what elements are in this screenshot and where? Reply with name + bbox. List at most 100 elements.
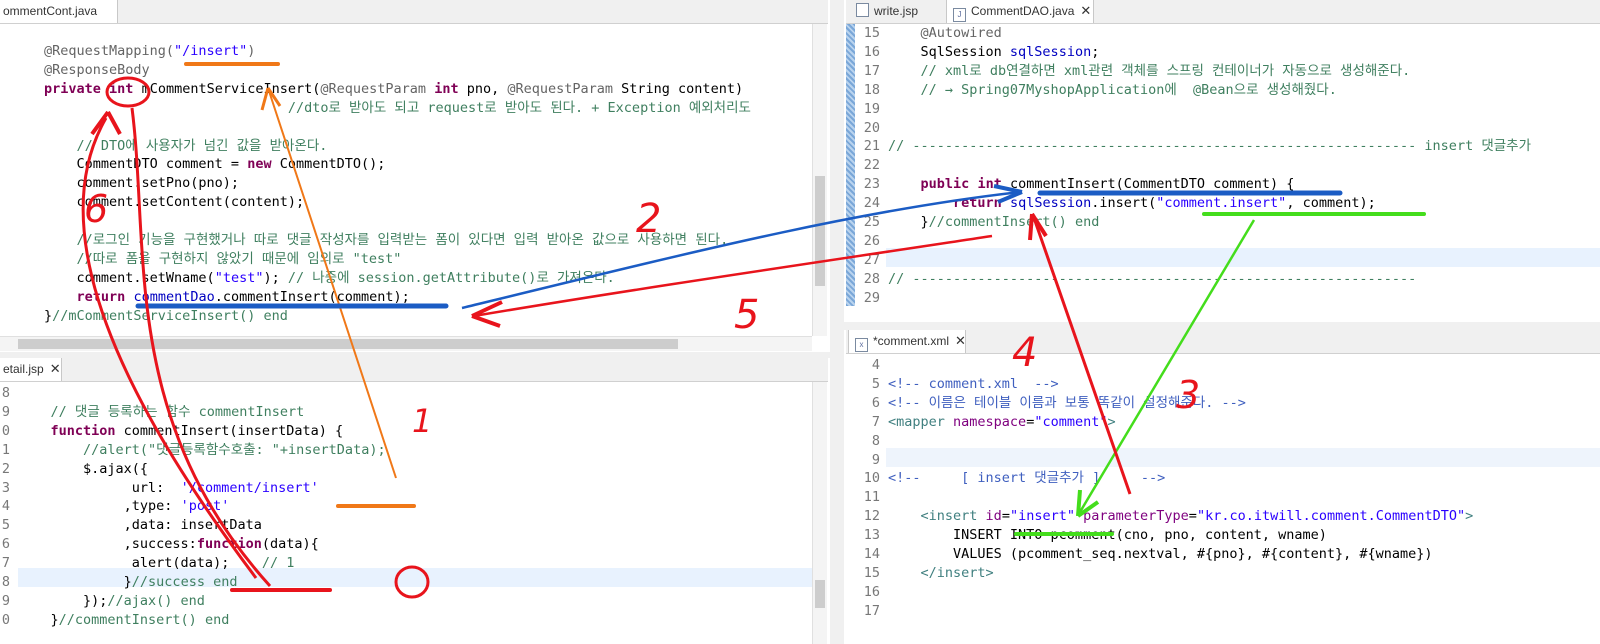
code-line[interactable]: private int mCommentServiceInsert(@Reque… [44, 80, 828, 99]
code-line[interactable]: 9 });//ajax() end [0, 592, 828, 611]
code-line[interactable]: @RequestMapping("/insert") [44, 42, 828, 61]
code-line[interactable]: 11 [854, 488, 1600, 507]
code-line[interactable]: // DTO에 사용자가 넘긴 값을 받아온다. [44, 137, 828, 156]
code-line[interactable]: 23 public int commentInsert(CommentDTO c… [854, 175, 1600, 194]
code-line[interactable]: 0 }//commentInsert() end [0, 611, 828, 630]
line-number: 22 [863, 157, 880, 174]
tab-detail-jsp[interactable]: etail.jsp ✕ [0, 358, 62, 381]
code-token: > [1107, 413, 1116, 430]
code-line[interactable]: 16 SqlSession sqlSession; [854, 43, 1600, 62]
code-line[interactable]: 17 // xml로 db연결하면 xml관련 객체를 스프링 컨테이너가 자동… [854, 62, 1600, 81]
code-line[interactable]: 4 [854, 356, 1600, 375]
code-line[interactable]: return commentDao.commentInsert(comment)… [44, 288, 828, 307]
horizontal-divider-left[interactable] [0, 352, 830, 358]
code-token: int [109, 80, 134, 97]
line-number: 1 [1, 441, 10, 458]
code-area[interactable]: 15 @Autowired 16 SqlSession sqlSession; 17… [854, 24, 1600, 314]
code-line[interactable]: 18 // → Spring07MyshopApplication에 @Bean… [854, 81, 1600, 100]
tab-comment-xml[interactable]: x *comment.xml ✕ [848, 330, 966, 353]
code-line[interactable]: //로그인 기능을 구현했거나 따로 댓글 작성자를 입력받는 폼이 있다면 입… [44, 231, 828, 250]
code-line[interactable]: @ResponseBody [44, 61, 828, 80]
tab-comment-controller[interactable]: ommentCont.java [0, 0, 118, 23]
code-token: //commentInsert() end [928, 214, 1100, 230]
code-line[interactable]: 15 @Autowired [854, 24, 1600, 43]
tab-comment-dao[interactable]: J CommentDAO.java ✕ [946, 0, 1094, 23]
code-line[interactable]: 7 <mapper namespace="comment"> [854, 413, 1600, 432]
code-token: <insert [888, 508, 986, 525]
code-line[interactable]: 22 [854, 156, 1600, 175]
code-token: } [18, 574, 132, 590]
code-line[interactable]: 6 ,success:function(data){ [0, 535, 828, 554]
code-line[interactable]: 16 [854, 583, 1600, 602]
scroll-thumb[interactable] [815, 580, 825, 608]
code-line[interactable]: comment.setContent(content); [44, 193, 828, 212]
code-text: VALUES (pcomment_seq.nextval, #{pno}, #{… [888, 545, 1433, 564]
code-line[interactable]: 17 [854, 602, 1600, 621]
code-area[interactable]: 4 5 <!-- comment.xml --> 6 <!-- 이름은 테이블 이름과 … [854, 356, 1600, 644]
code-line[interactable]: 24 return sqlSession.insert("comment.ins… [854, 194, 1600, 213]
code-line[interactable]: 25 }//commentInsert() end [854, 213, 1600, 232]
code-line[interactable]: 8 [854, 432, 1600, 451]
code-token: } [44, 307, 53, 324]
code-line[interactable]: 8 [0, 384, 828, 403]
line-number: 17 [863, 62, 880, 79]
close-icon[interactable]: ✕ [955, 333, 966, 348]
code-line[interactable]: 5 ,data: insertData [0, 516, 828, 535]
code-line[interactable]: comment.setPno(pno); [44, 174, 828, 193]
code-line[interactable]: 6 <!-- 이름은 테이블 이름과 보통 똑같이 설정해준다. --> [854, 394, 1600, 413]
code-line[interactable]: 12 <insert id="insert" parameterType="kr… [854, 507, 1600, 526]
close-icon[interactable]: ✕ [50, 361, 61, 376]
code-line[interactable]: //따로 폼을 구현하지 않았기 때문에 임의로 "test" [44, 250, 828, 269]
code-line[interactable]: 15 </insert> [854, 564, 1600, 583]
code-line[interactable]: 2 $.ajax({ [0, 460, 828, 479]
code-line[interactable]: 7 alert(data); // 1 [0, 554, 828, 573]
top-left-tabbar: ommentCont.java [0, 0, 828, 24]
code-line[interactable]: 8 }//success end [0, 573, 828, 592]
scroll-thumb[interactable] [815, 176, 825, 286]
line-number: 0 [1, 422, 10, 439]
code-line[interactable]: 3 url: '/comment/insert' [0, 479, 828, 498]
code-line[interactable]: comment.setWname("test"); // 나중에 session… [44, 269, 828, 288]
code-line[interactable]: 5 <!-- comment.xml --> [854, 375, 1600, 394]
code-line[interactable]: 19 [854, 100, 1600, 119]
code-line[interactable]: 26 [854, 232, 1600, 251]
code-token: // xml로 db연결하면 xml관련 객체를 스프링 컨테이너가 자동으로 … [888, 62, 1411, 79]
vertical-divider[interactable] [830, 0, 844, 644]
code-line[interactable]: 9 [854, 451, 1600, 470]
code-text: </insert> [888, 564, 994, 583]
code-line[interactable]: //dto로 받아도 되고 request로 받아도 된다. + Excepti… [44, 99, 828, 118]
code-line[interactable]: 10 <!-- [ insert 댓글추가 ] --> [854, 469, 1600, 488]
tab-write-jsp[interactable]: write.jsp [850, 0, 946, 23]
code-token: SqlSession [888, 43, 1010, 60]
close-icon[interactable]: ✕ [1080, 3, 1091, 18]
code-line[interactable]: 13 INSERT INTO pcomment(cno, pno, conten… [854, 526, 1600, 545]
code-token: pno, [458, 80, 508, 97]
scroll-thumb[interactable] [18, 339, 678, 349]
code-line[interactable]: 29 [854, 289, 1600, 308]
code-token: int [434, 80, 459, 97]
horizontal-divider-right[interactable] [844, 322, 1600, 330]
code-line[interactable]: 21 // -----------------------------------… [854, 137, 1600, 156]
code-line[interactable]: 0 function commentInsert(insertData) { [0, 422, 828, 441]
vertical-scrollbar[interactable] [812, 24, 827, 336]
code-line[interactable] [44, 118, 828, 137]
vertical-scrollbar[interactable] [812, 382, 827, 644]
code-token: }); [18, 592, 108, 609]
code-line[interactable]: 9 // 댓글 등록하는 함수 commentInsert [0, 403, 828, 422]
line-number: 6 [1, 536, 10, 553]
code-line[interactable]: 1 //alert("댓글등록함수호출: "+insertData); [0, 441, 828, 460]
code-line[interactable]: 14 VALUES (pcomment_seq.nextval, #{pno},… [854, 545, 1600, 564]
code-area[interactable]: 89 // 댓글 등록하는 함수 commentInsert 0 function… [0, 384, 828, 644]
line-number: 26 [863, 232, 880, 249]
code-line[interactable]: 4 ,type: 'post' [0, 497, 828, 516]
code-area[interactable]: @RequestMapping("/insert") @ResponseBody p… [44, 42, 828, 330]
horizontal-scrollbar[interactable] [0, 336, 812, 351]
code-line[interactable]: 27 [854, 251, 1600, 270]
code-line[interactable]: 28 // -----------------------------------… [854, 270, 1600, 289]
code-line[interactable] [44, 212, 828, 231]
code-token: alert(data); [18, 555, 262, 572]
code-line[interactable]: }//mCommentServiceInsert() end [44, 307, 828, 326]
code-line[interactable]: CommentDTO comment = new CommentDTO(); [44, 155, 828, 174]
code-line[interactable]: 20 [854, 119, 1600, 138]
code-token: ); [263, 269, 288, 286]
